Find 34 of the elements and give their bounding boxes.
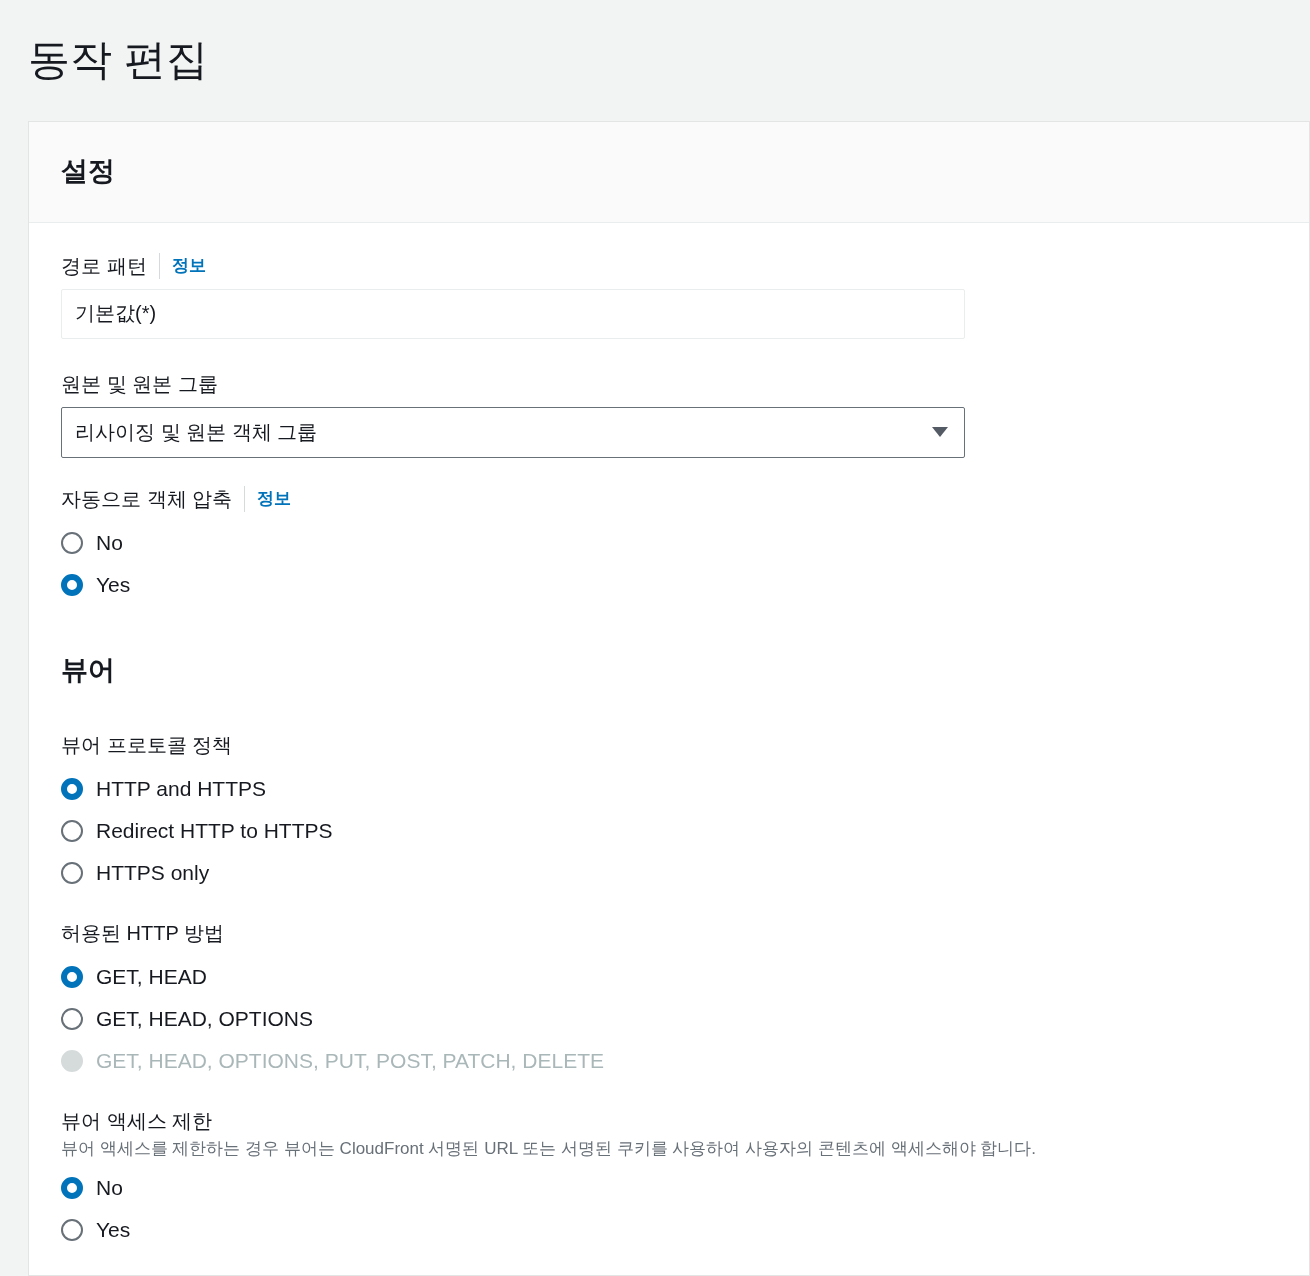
info-link[interactable]: 정보 <box>257 485 292 512</box>
radio-button[interactable] <box>61 1177 83 1199</box>
radio-label[interactable]: HTTP and HTTPS <box>96 772 266 805</box>
radio-label[interactable]: Redirect HTTP to HTTPS <box>96 814 333 847</box>
radio-label[interactable]: HTTPS only <box>96 856 210 889</box>
radio-button[interactable] <box>61 777 83 800</box>
radio-label[interactable]: Yes <box>96 568 131 601</box>
field-label: 뷰어 액세스 제한 <box>61 1108 213 1134</box>
radio-button[interactable] <box>61 861 83 884</box>
section-heading: 뷰어 <box>61 653 116 687</box>
info-link[interactable]: 정보 <box>171 252 206 279</box>
radio-label[interactable]: GET, HEAD, OPTIONS <box>96 1002 314 1035</box>
radio-button[interactable] <box>61 573 83 596</box>
radio-label[interactable]: No <box>96 1172 123 1204</box>
radio-label: GET, HEAD, OPTIONS, PUT, POST, PATCH, DELETE <box>96 1047 604 1074</box>
radio-label[interactable]: No <box>96 526 123 559</box>
radio-button[interactable] <box>61 1007 83 1030</box>
dropdown-caret-icon <box>932 426 948 438</box>
field-label: 허용된 HTTP 방법 <box>61 920 224 946</box>
field-label: 경로 패턴 <box>61 253 147 279</box>
field-description: 뷰어 액세스를 제한하는 경우 뷰어는 CloudFront 서명된 URL 또는 서명된 쿠키를 사용하여 사용자의 콘텐츠에 액세스해야 합니다. <box>61 1137 1037 1160</box>
radio-button[interactable] <box>61 531 83 554</box>
radio-label[interactable]: Yes <box>96 1214 131 1246</box>
field-label: 자동으로 객체 압축 <box>61 486 233 512</box>
field-label: 뷰어 프로토콜 정책 <box>61 732 233 758</box>
page-title: 동작 편집 <box>28 35 208 85</box>
radio-button[interactable] <box>61 1219 83 1241</box>
field-label: 원본 및 원본 그룹 <box>61 371 218 397</box>
origin-select[interactable]: 리사이징 및 원본 객체 그룹 <box>61 406 965 458</box>
radio-button[interactable] <box>61 965 83 988</box>
panel-title: 설정 <box>61 155 115 189</box>
text-input-field[interactable]: 기본값(*) <box>61 288 965 339</box>
radio-label[interactable]: GET, HEAD <box>96 960 207 993</box>
radio-button[interactable] <box>61 819 83 842</box>
